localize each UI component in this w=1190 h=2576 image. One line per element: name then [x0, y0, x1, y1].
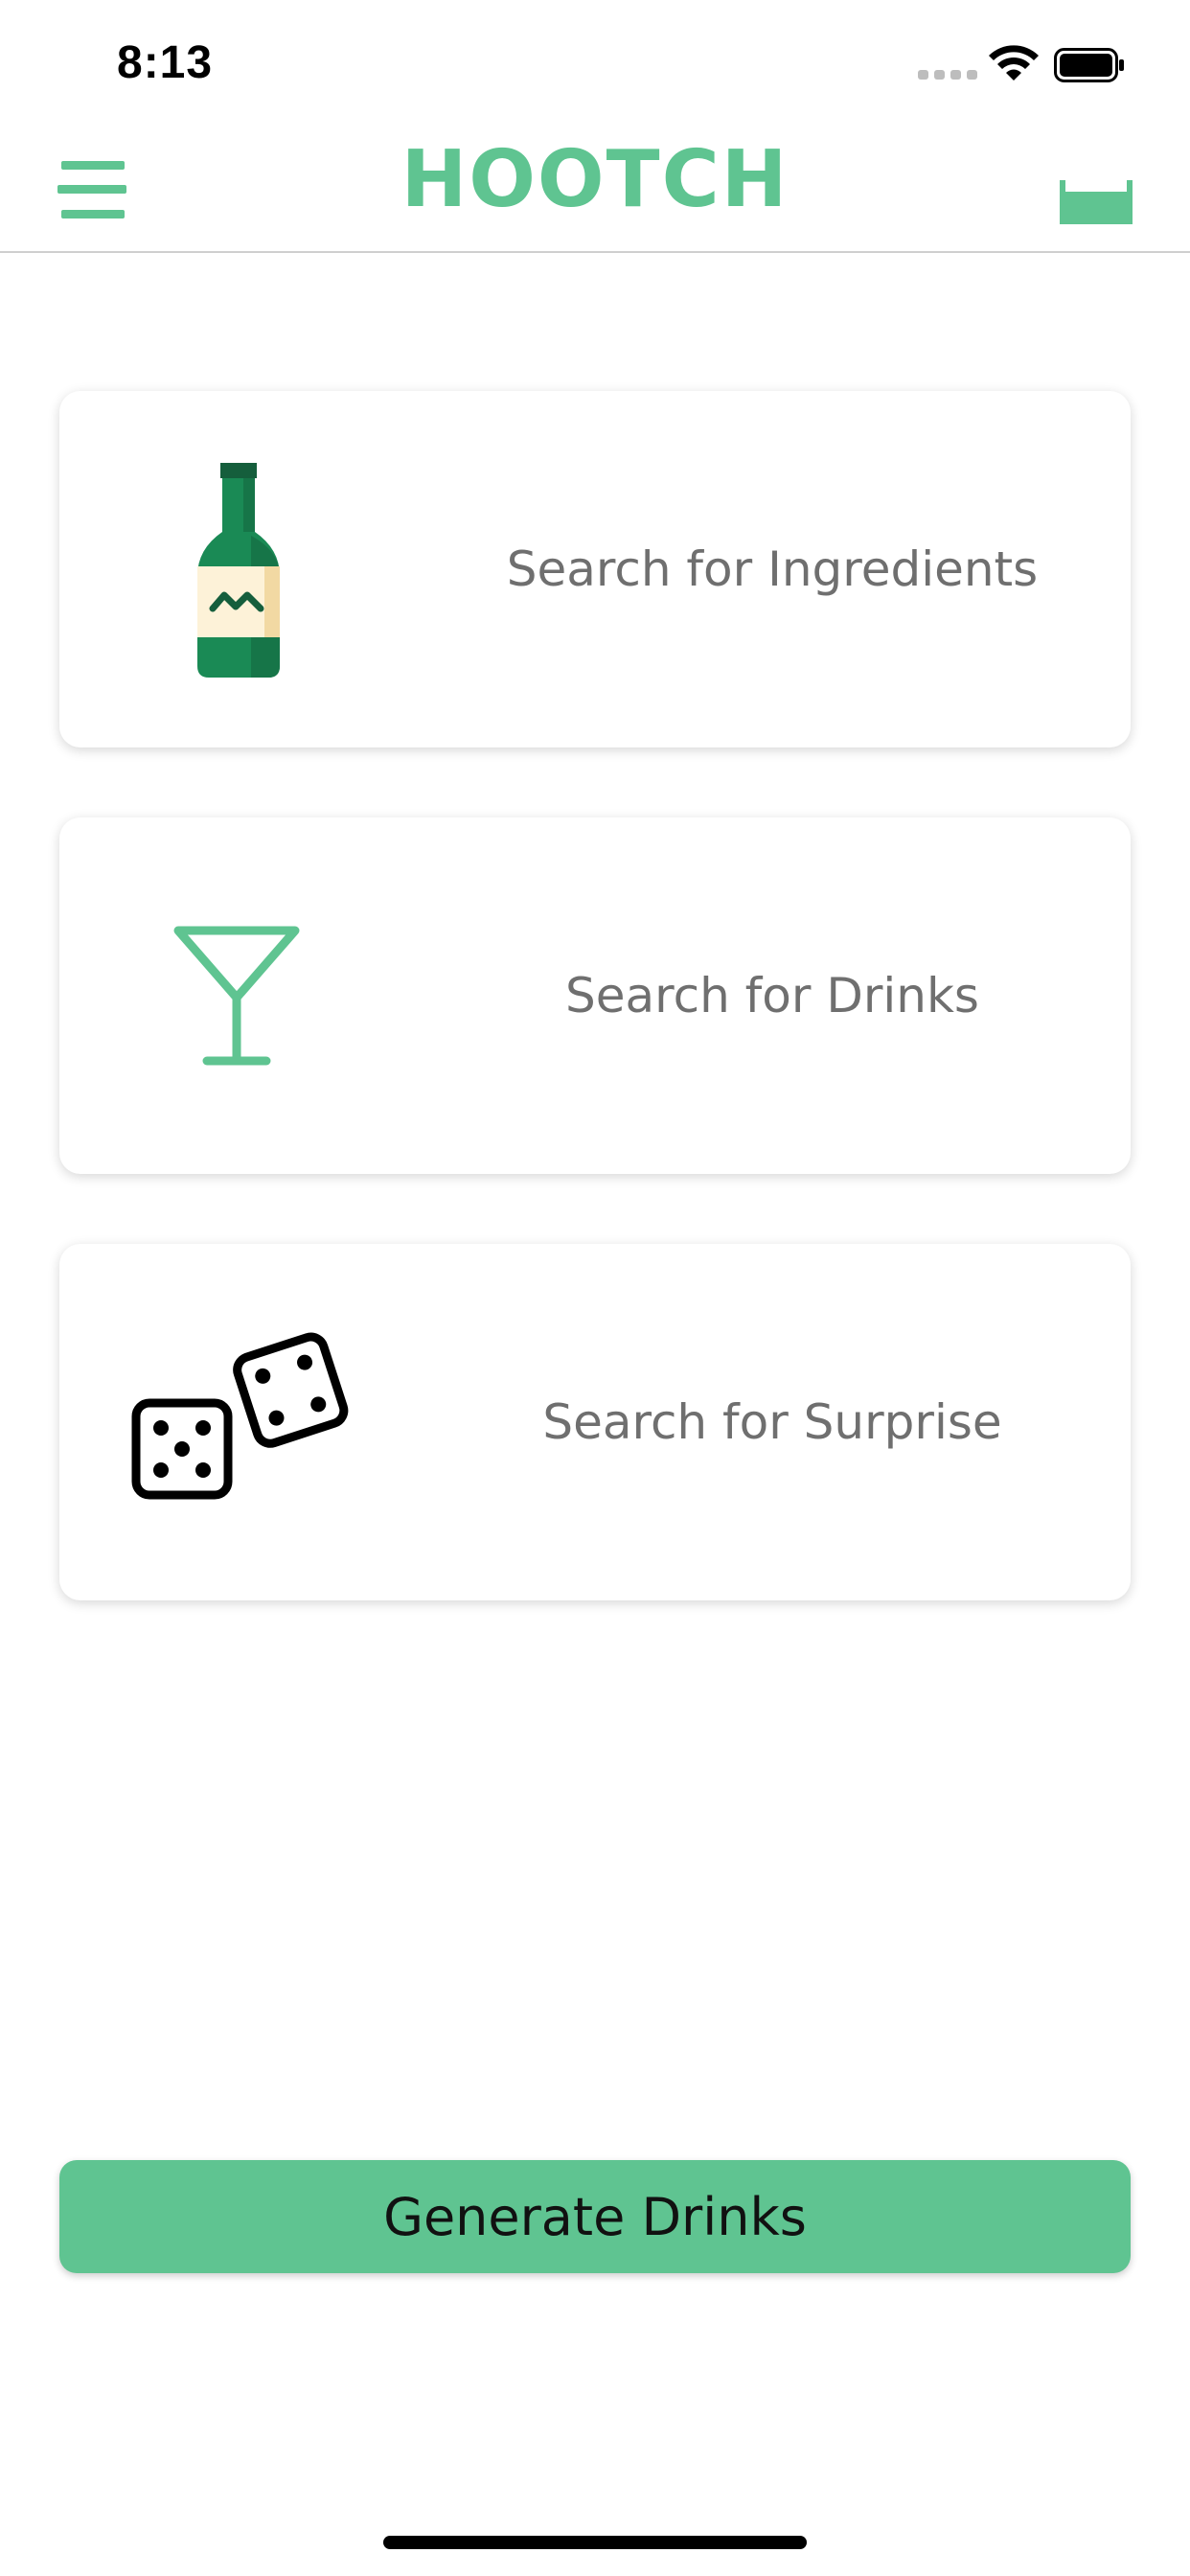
- wifi-icon: [989, 45, 1039, 80]
- battery-icon: [1054, 48, 1124, 82]
- search-drinks-label: Search for Drinks: [565, 968, 979, 1024]
- home-indicator: [383, 2536, 807, 2549]
- status-bar: 8:13: [0, 0, 1190, 125]
- app-title: HOOTCH: [400, 134, 790, 225]
- cart-icon[interactable]: [1060, 180, 1133, 224]
- bottle-icon: [197, 463, 280, 678]
- status-time: 8:13: [117, 37, 214, 88]
- generate-drinks-button[interactable]: Generate Drinks: [59, 2160, 1131, 2273]
- nav-bar: HOOTCH: [0, 125, 1190, 253]
- search-ingredients-label: Search for Ingredients: [506, 541, 1039, 597]
- cellular-signal-icon: [918, 70, 977, 80]
- search-surprise-label: Search for Surprise: [542, 1394, 1002, 1450]
- search-ingredients-card[interactable]: Search for Ingredients: [59, 391, 1131, 748]
- dice-icon: [131, 1332, 349, 1500]
- search-surprise-card[interactable]: Search for Surprise: [59, 1244, 1131, 1600]
- cocktail-glass-icon: [173, 926, 300, 1066]
- search-drinks-card[interactable]: Search for Drinks: [59, 817, 1131, 1174]
- home-screen: 8:13 HOOTCH Search for Ingredients Searc…: [0, 0, 1190, 2576]
